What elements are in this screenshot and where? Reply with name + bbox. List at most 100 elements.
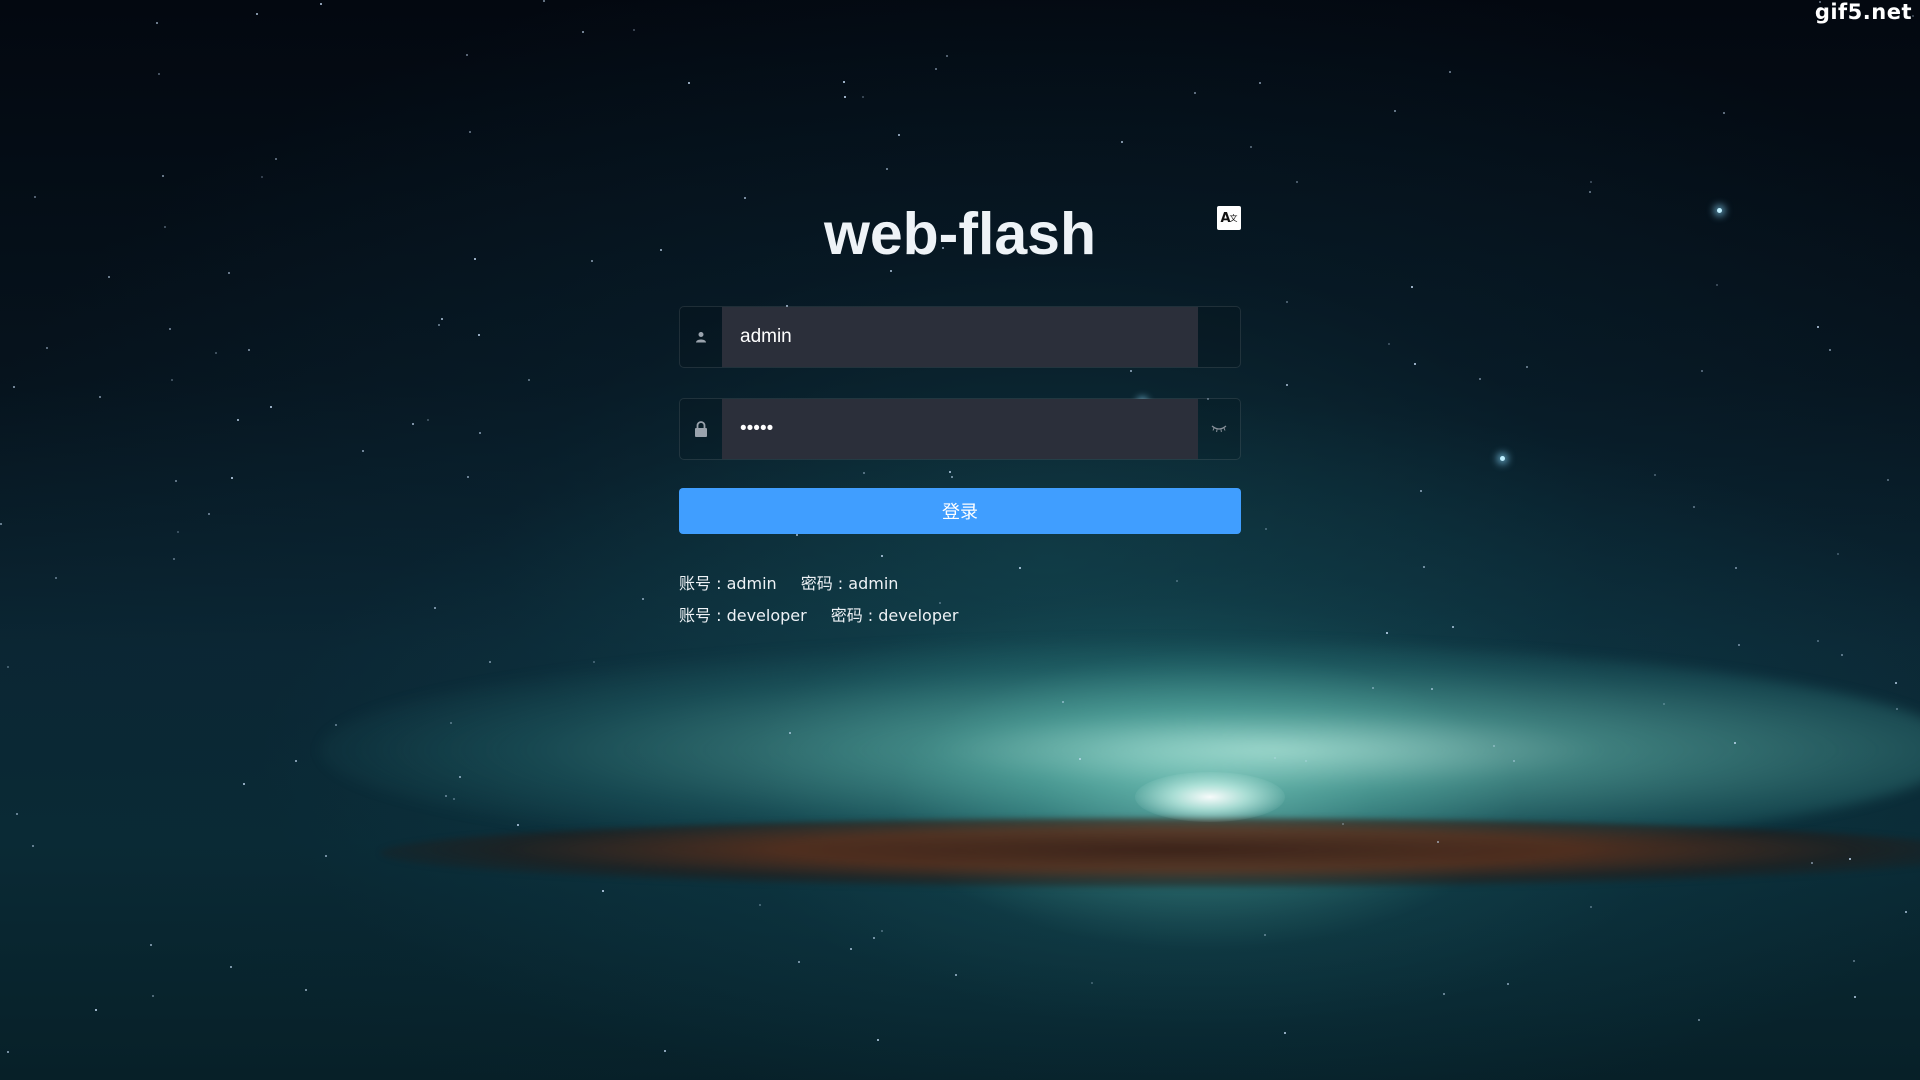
star <box>175 480 177 482</box>
star <box>467 476 469 478</box>
star <box>1905 911 1907 913</box>
star <box>1698 1019 1700 1021</box>
star <box>591 260 593 262</box>
star <box>230 966 232 968</box>
star <box>850 948 852 950</box>
star <box>256 13 258 15</box>
star <box>208 513 210 515</box>
star <box>1663 703 1665 705</box>
star <box>1654 474 1656 476</box>
star <box>1414 363 1416 365</box>
star <box>1513 760 1515 762</box>
login-form: web-flash A文 admin 登录 账号: admin 密码: ad… <box>679 190 1241 632</box>
star <box>789 732 791 734</box>
star <box>1452 626 1454 628</box>
star <box>459 776 461 778</box>
star <box>1437 841 1439 843</box>
star <box>1716 284 1718 286</box>
star <box>843 81 845 83</box>
star <box>1296 181 1298 183</box>
star <box>1493 745 1495 747</box>
username-input[interactable] <box>722 307 1198 367</box>
star <box>660 249 662 251</box>
star <box>466 54 468 56</box>
star <box>1841 654 1843 656</box>
star <box>335 724 337 726</box>
star <box>1811 862 1813 864</box>
star <box>1265 528 1267 530</box>
star <box>7 666 9 668</box>
star <box>1386 632 1388 634</box>
star <box>1431 688 1433 690</box>
star <box>1342 823 1344 825</box>
account-tips: 账号 : admin 密码 : admin 账号 : developer 密码 : … <box>679 568 1241 632</box>
star <box>886 168 888 170</box>
star <box>1500 456 1505 461</box>
star <box>1423 566 1425 568</box>
star <box>633 29 635 31</box>
star <box>955 974 957 976</box>
star <box>243 783 245 785</box>
star <box>1896 708 1898 710</box>
star <box>1394 110 1396 112</box>
star <box>582 31 584 33</box>
star <box>1817 326 1819 328</box>
star <box>237 419 239 421</box>
star <box>427 419 429 421</box>
star <box>156 22 158 24</box>
star <box>946 55 948 57</box>
star <box>95 1009 97 1011</box>
star <box>453 798 455 800</box>
star <box>362 450 364 452</box>
star <box>1829 349 1831 351</box>
star <box>1723 112 1725 114</box>
star <box>543 0 545 2</box>
eye-closed-icon[interactable] <box>1198 399 1240 459</box>
star <box>1388 343 1390 345</box>
star <box>158 73 160 75</box>
star <box>55 577 57 579</box>
star <box>844 96 846 98</box>
star <box>935 68 937 70</box>
star <box>164 226 166 228</box>
star <box>1091 982 1093 984</box>
star <box>16 813 18 815</box>
username-field <box>679 306 1241 368</box>
star <box>1589 191 1591 193</box>
star <box>759 904 761 906</box>
star <box>1590 906 1592 908</box>
lock-icon <box>680 399 722 459</box>
star <box>474 258 476 260</box>
star <box>13 386 15 388</box>
star <box>1411 286 1413 288</box>
star <box>881 930 883 932</box>
user-icon <box>680 307 722 367</box>
tip-row: 账号 : admin 密码 : admin <box>679 568 1241 600</box>
star <box>688 82 690 84</box>
star <box>877 1039 879 1041</box>
watermark: gif5.net <box>1814 0 1912 24</box>
star <box>1250 146 1252 148</box>
tip-account: 账号 : developer <box>679 606 807 625</box>
star <box>478 334 480 336</box>
star <box>177 531 179 533</box>
star <box>1443 993 1445 995</box>
star <box>228 272 230 274</box>
translate-icon[interactable]: A文 <box>1217 206 1241 230</box>
star <box>248 349 250 351</box>
login-button[interactable]: 登录 <box>679 488 1241 534</box>
star <box>438 324 440 326</box>
star <box>1717 208 1722 213</box>
star <box>593 661 595 663</box>
galaxy-core <box>1135 772 1285 822</box>
star <box>1854 996 1856 998</box>
star <box>412 423 414 425</box>
star <box>862 96 864 98</box>
star <box>528 379 530 381</box>
star <box>1372 687 1374 689</box>
star <box>445 795 447 797</box>
tip-row: 账号 : developer 密码 : developer <box>679 600 1241 632</box>
star <box>1079 758 1081 760</box>
star <box>450 722 452 724</box>
password-input[interactable] <box>722 399 1198 459</box>
